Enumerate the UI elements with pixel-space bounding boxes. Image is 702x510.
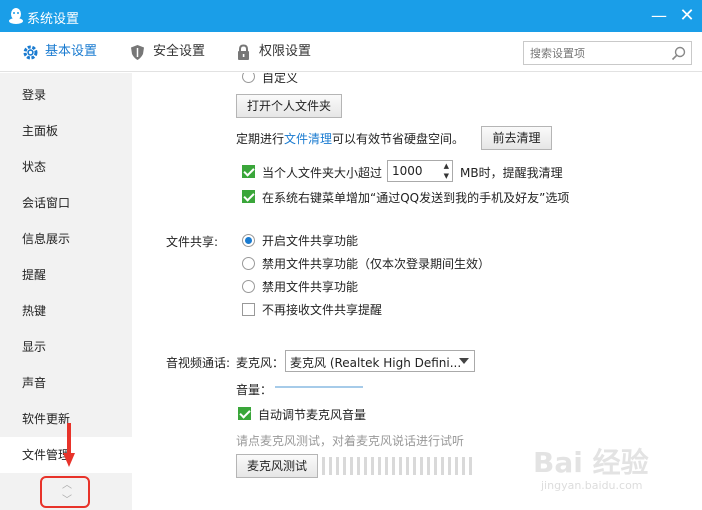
context-menu-label: 在系统右键菜单增加“通过QQ发送到我的手机及好友”选项 [262, 191, 570, 205]
size-reminder-checkbox[interactable] [242, 165, 255, 178]
mic-label: 麦克风： [236, 356, 285, 370]
folder-size-stepper[interactable]: 1000 ▲ ▼ [387, 160, 453, 182]
window-title: 系统设置 [27, 12, 80, 27]
cleanup-text-before: 定期进行 [236, 132, 285, 146]
auto-adjust-checkbox[interactable] [238, 407, 251, 420]
volume-label: 音量： [236, 383, 273, 397]
baidu-watermark: Bai 经验 jingyan.baidu.com [533, 441, 702, 501]
watermark-logo-text: Bai 经验 [533, 446, 649, 479]
tab-bar: 基本设置 安全设置 权限设置 [0, 32, 702, 72]
stepper-up-icon[interactable]: ▲ [444, 162, 449, 170]
auto-adjust-label: 自动调节麦克风音量 [258, 408, 367, 422]
tab-label: 基本设置 [45, 44, 98, 59]
minimize-button[interactable]: — [648, 5, 670, 27]
sidebar-item-sound[interactable]: 声音 [0, 365, 132, 401]
sharing-disable-session-radio[interactable] [242, 257, 255, 270]
tab-label: 安全设置 [153, 44, 206, 59]
search-box [523, 41, 692, 65]
mic-test-hint: 请点麦克风测试，对着麦克风说话进行试听 [236, 434, 465, 448]
watermark-url: jingyan.baidu.com [541, 479, 643, 492]
sidebar-item-display[interactable]: 显示 [0, 329, 132, 365]
scroll-down-button[interactable]: ﹀ [62, 491, 72, 506]
no-sharing-reminder-label: 不再接收文件共享提醒 [262, 303, 383, 317]
av-call-label: 音视频通话: [166, 356, 231, 370]
tab-permission-settings[interactable]: 权限设置 [236, 32, 326, 72]
sidebar-item-info-display[interactable]: 信息展示 [0, 221, 132, 257]
cleanup-button[interactable]: 前去清理 [481, 126, 552, 150]
sharing-disable-radio[interactable] [242, 280, 255, 293]
folder-size-value: 1000 [392, 164, 423, 178]
sidebar-item-hotkeys[interactable]: 热键 [0, 293, 132, 329]
lock-icon [238, 44, 249, 60]
tab-label: 权限设置 [259, 44, 312, 59]
sidebar-item-login[interactable]: 登录 [0, 77, 132, 113]
size-unit-label: MB时，提醒我清理 [460, 166, 563, 180]
annotation-arrow-icon [63, 423, 75, 467]
no-sharing-reminder-checkbox[interactable] [242, 303, 255, 316]
qq-penguin-icon [9, 8, 23, 24]
scroll-up-button[interactable]: ︿ [62, 476, 72, 491]
sidebar-item-status[interactable]: 状态 [0, 149, 132, 185]
sidebar-item-main-panel[interactable]: 主面板 [0, 113, 132, 149]
sharing-disable-label: 禁用文件共享功能 [262, 280, 359, 294]
shield-icon [131, 45, 144, 60]
sidebar-scroll-annotation: ︿ ﹀ [40, 476, 90, 508]
cleanup-link[interactable]: 文件清理 [284, 130, 332, 147]
mic-level-meter [322, 457, 478, 475]
mic-device-select[interactable]: 麦克风 (Realtek High Defini... [285, 350, 475, 372]
tab-security-settings[interactable]: 安全设置 [130, 32, 220, 72]
sharing-enable-radio[interactable] [242, 234, 255, 247]
gear-icon [23, 45, 38, 60]
cleanup-text-after: 可以有效节省硬盘空间。 [332, 132, 465, 146]
close-button[interactable]: ✕ [676, 5, 698, 27]
volume-slider[interactable] [275, 386, 363, 388]
file-sharing-label: 文件共享: [166, 235, 219, 249]
sidebar-item-reminders[interactable]: 提醒 [0, 257, 132, 293]
tab-basic-settings[interactable]: 基本设置 [22, 32, 112, 72]
custom-radio[interactable] [242, 73, 255, 83]
search-icon[interactable] [671, 46, 686, 61]
size-reminder-label: 当个人文件夹大小超过 [262, 166, 383, 180]
sharing-disable-session-label: 禁用文件共享功能（仅本次登录期间生效） [262, 257, 491, 271]
sharing-enable-label: 开启文件共享功能 [262, 234, 359, 248]
title-bar: 系统设置 — ✕ [0, 0, 702, 32]
mic-test-button[interactable]: 麦克风测试 [236, 454, 318, 478]
stepper-down-icon[interactable]: ▼ [444, 172, 449, 180]
mic-device-value: 麦克风 (Realtek High Defini... [290, 356, 462, 370]
chevron-down-icon [459, 358, 469, 364]
sidebar-item-chat-window[interactable]: 会话窗口 [0, 185, 132, 221]
search-input[interactable] [530, 45, 670, 61]
context-menu-checkbox[interactable] [242, 190, 255, 203]
open-folder-button[interactable]: 打开个人文件夹 [236, 94, 342, 118]
sidebar: 登录 主面板 状态 会话窗口 信息展示 提醒 热键 显示 声音 软件更新 文件管… [0, 73, 132, 510]
custom-option-label: 自定义 [262, 73, 299, 85]
